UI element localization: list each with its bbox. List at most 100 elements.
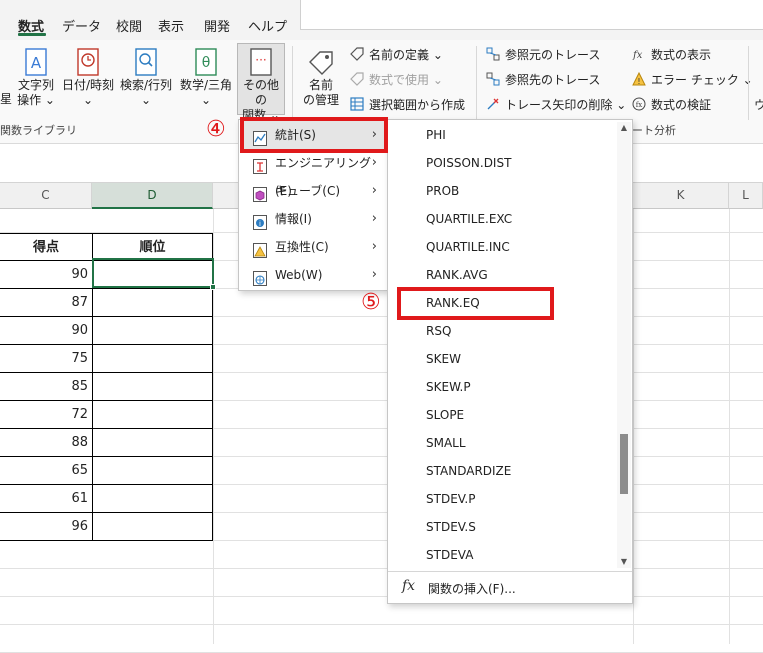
tag-small-icon bbox=[350, 47, 364, 61]
column-header-l[interactable]: L bbox=[729, 183, 763, 209]
menu-item-compatibility[interactable]: 互換性(C) › bbox=[241, 233, 385, 261]
define-name-button[interactable]: 名前の定義 ⌄ bbox=[350, 46, 443, 64]
function-item-skew-p[interactable]: SKEW.P bbox=[426, 373, 606, 401]
scroll-up-icon[interactable]: ▲ bbox=[619, 122, 629, 134]
trace-dependents-button[interactable]: 参照先のトレース bbox=[486, 71, 600, 89]
name-manager-line2: の管理 bbox=[302, 93, 339, 107]
rank-cell[interactable] bbox=[92, 457, 213, 485]
ribbon-tab-bar: 数式 データ 校閲 表示 開発 ヘルプ bbox=[0, 0, 763, 40]
rank-cell[interactable] bbox=[92, 401, 213, 429]
score-cell[interactable]: 90 bbox=[0, 317, 93, 345]
show-formulas-label: 数式の表示 bbox=[651, 48, 712, 62]
menu-item-engineering[interactable]: エンジニアリング(E) › bbox=[241, 149, 385, 198]
more-functions-button[interactable]: ··· その他の 関数 ⌄ bbox=[237, 43, 285, 122]
menu-item-cube[interactable]: キューブ(C) › bbox=[241, 177, 385, 205]
column-header-c[interactable]: C bbox=[0, 183, 92, 209]
rank-cell[interactable] bbox=[92, 485, 213, 513]
rank-cell[interactable] bbox=[92, 513, 213, 541]
function-item-poisson-dist[interactable]: POISSON.DIST bbox=[426, 149, 606, 177]
header-rank[interactable]: 順位 bbox=[92, 233, 213, 261]
rank-cell[interactable] bbox=[92, 429, 213, 457]
show-formulas-icon: fx bbox=[632, 47, 646, 61]
scroll-down-icon[interactable]: ▼ bbox=[619, 556, 629, 568]
tab-help[interactable]: ヘルプ bbox=[248, 16, 287, 35]
rank-cell[interactable] bbox=[92, 373, 213, 401]
function-item-rank-avg[interactable]: RANK.AVG bbox=[426, 261, 606, 289]
function-item-prob[interactable]: PROB bbox=[426, 177, 606, 205]
math-trig-button[interactable]: θ 数学/三角 ⌄ bbox=[177, 48, 235, 108]
function-item-quartile-inc[interactable]: QUARTILE.INC bbox=[426, 233, 606, 261]
svg-text:fx: fx bbox=[632, 50, 643, 61]
evaluate-formula-button[interactable]: fx 数式の検証 bbox=[632, 96, 711, 114]
function-item-stdev-p[interactable]: STDEV.P bbox=[426, 485, 606, 513]
score-cell[interactable]: 61 bbox=[0, 485, 93, 513]
step-4-marker: ④ bbox=[206, 117, 226, 142]
error-checking-button[interactable]: ! エラー チェック ⌄ bbox=[632, 71, 753, 89]
trace-dependents-label: 参照先のトレース bbox=[505, 73, 601, 87]
define-name-label: 名前の定義 ⌄ bbox=[369, 48, 443, 62]
score-cell[interactable]: 90 bbox=[0, 261, 93, 289]
insert-function-item[interactable]: fx 関数の挿入(F)... bbox=[388, 573, 632, 603]
grid-horizontal-line bbox=[0, 624, 763, 625]
rank-cell[interactable] bbox=[92, 317, 213, 345]
scrollbar-track[interactable] bbox=[617, 122, 631, 568]
lookup-reference-button[interactable]: 検索/行列 ⌄ bbox=[118, 48, 174, 108]
name-manager-line1: 名前 bbox=[308, 78, 333, 92]
function-item-small[interactable]: SMALL bbox=[426, 429, 606, 457]
svg-text:A: A bbox=[31, 54, 42, 72]
trace-precedents-button[interactable]: 参照元のトレース bbox=[486, 46, 600, 64]
scrollbar-thumb[interactable] bbox=[620, 434, 628, 494]
text-functions-button[interactable]: A 文字列 操作 ⌄ bbox=[14, 48, 58, 108]
function-item-standardize[interactable]: STANDARDIZE bbox=[426, 457, 606, 485]
remove-arrows-button[interactable]: トレース矢印の削除 ⌄ bbox=[486, 96, 626, 114]
tab-developer[interactable]: 開発 bbox=[204, 16, 230, 35]
highlight-box-statistical bbox=[240, 117, 388, 153]
menu-item-web[interactable]: Web(W) › bbox=[241, 261, 385, 289]
rank-cell[interactable] bbox=[92, 345, 213, 373]
fx-icon: fx bbox=[402, 578, 416, 594]
chevron-right-icon: › bbox=[371, 211, 377, 226]
score-cell[interactable]: 65 bbox=[0, 457, 93, 485]
score-cell[interactable]: 85 bbox=[0, 373, 93, 401]
engineering-icon bbox=[253, 156, 267, 174]
math-line1: 数学/三角 bbox=[179, 78, 233, 92]
header-score[interactable]: 得点 bbox=[0, 233, 93, 261]
function-item-slope[interactable]: SLOPE bbox=[426, 401, 606, 429]
cube-icon bbox=[253, 184, 267, 202]
function-item-stdev-s[interactable]: STDEV.S bbox=[426, 513, 606, 541]
column-header-k[interactable]: K bbox=[633, 183, 729, 209]
grid-horizontal-line bbox=[0, 568, 763, 569]
grid-vertical-line bbox=[729, 209, 730, 644]
warning-icon: ! bbox=[632, 71, 646, 86]
create-from-selection-button[interactable]: 選択範囲から作成 bbox=[350, 96, 465, 114]
function-item-stdeva[interactable]: STDEVA bbox=[426, 541, 606, 569]
score-cell[interactable]: 72 bbox=[0, 401, 93, 429]
selected-cell[interactable] bbox=[92, 258, 214, 288]
score-cell[interactable]: 75 bbox=[0, 345, 93, 373]
more-functions-icon: ··· bbox=[250, 48, 272, 76]
evaluate-formula-label: 数式の検証 bbox=[651, 98, 712, 112]
name-manager-button[interactable]: 名前 の管理 bbox=[298, 48, 344, 108]
score-cell[interactable]: 96 bbox=[0, 513, 93, 541]
score-cell[interactable]: 87 bbox=[0, 289, 93, 317]
function-item-phi[interactable]: PHI bbox=[426, 121, 606, 149]
function-item-quartile-exc[interactable]: QUARTILE.EXC bbox=[426, 205, 606, 233]
show-formulas-button[interactable]: fx 数式の表示 bbox=[632, 46, 711, 64]
score-cell[interactable]: 88 bbox=[0, 429, 93, 457]
menu-label-information: 情報(I) bbox=[275, 212, 312, 226]
menu-item-information[interactable]: i 情報(I) › bbox=[241, 205, 385, 233]
menu-label-web: Web(W) bbox=[275, 268, 323, 282]
function-item-rsq[interactable]: RSQ bbox=[426, 317, 606, 345]
column-header-d[interactable]: D bbox=[92, 183, 213, 209]
fill-handle[interactable] bbox=[210, 284, 216, 290]
statistical-functions-submenu: PHI POISSON.DIST PROB QUARTILE.EXC QUARTILE.… bbox=[387, 119, 633, 604]
grid-horizontal-line bbox=[0, 596, 763, 597]
function-item-skew[interactable]: SKEW bbox=[426, 345, 606, 373]
rank-cell[interactable] bbox=[92, 289, 213, 317]
tab-review[interactable]: 校閲 bbox=[116, 16, 142, 35]
tab-view[interactable]: 表示 bbox=[158, 16, 184, 35]
tab-data[interactable]: データ bbox=[62, 16, 101, 35]
lookup-line1: 検索/行列 bbox=[119, 78, 173, 92]
use-in-formula-button[interactable]: 数式で使用 ⌄ bbox=[350, 71, 443, 89]
date-time-button[interactable]: 日付/時刻 ⌄ bbox=[60, 48, 116, 108]
